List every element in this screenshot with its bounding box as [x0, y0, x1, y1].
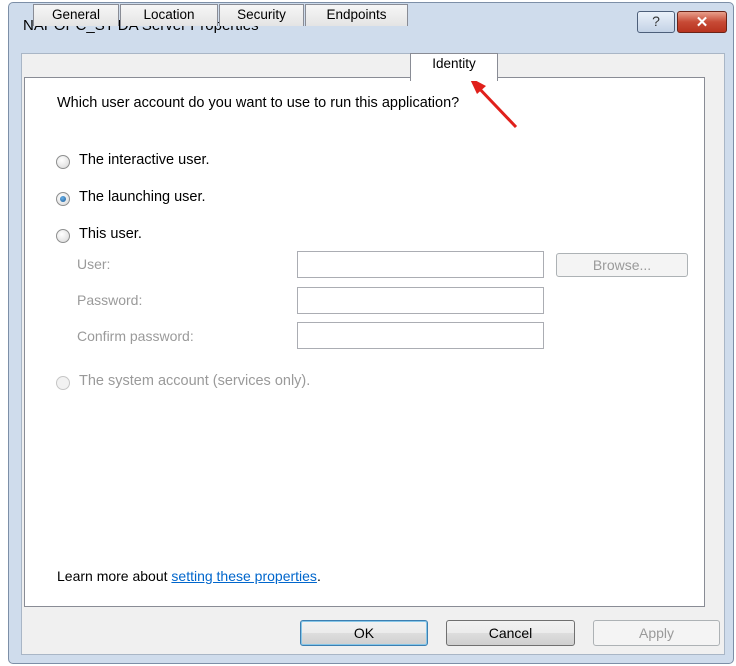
user-field[interactable]	[297, 251, 544, 278]
tab-security[interactable]: Security	[219, 4, 304, 26]
radio-launching-user[interactable]	[56, 192, 70, 206]
tab-endpoints[interactable]: Endpoints	[305, 4, 408, 26]
cancel-button[interactable]: Cancel	[446, 620, 575, 646]
learn-more-suffix: .	[316, 568, 321, 584]
identity-panel: Which user account do you want to use to…	[24, 77, 705, 607]
tab-identity[interactable]: Identity	[410, 53, 498, 81]
password-label: Password:	[77, 292, 143, 308]
radio-label-launching-user[interactable]: The launching user.	[79, 189, 206, 205]
identity-question: Which user account do you want to use to…	[57, 95, 460, 111]
learn-more-prefix: Learn more about	[57, 568, 172, 584]
close-button[interactable]: ✕	[677, 11, 727, 33]
radio-system-account[interactable]	[56, 376, 70, 390]
tab-location[interactable]: Location	[120, 4, 218, 26]
confirm-password-label: Confirm password:	[77, 328, 194, 344]
help-button[interactable]: ?	[637, 11, 675, 33]
user-label: User:	[77, 256, 111, 272]
tab-general[interactable]: General	[33, 4, 119, 26]
ok-button[interactable]: OK	[300, 620, 428, 646]
confirm-password-field[interactable]	[297, 322, 544, 349]
help-icon: ?	[652, 13, 660, 29]
apply-button[interactable]: Apply	[593, 620, 720, 646]
password-field[interactable]	[297, 287, 544, 314]
radio-label-interactive-user[interactable]: The interactive user.	[79, 152, 210, 168]
radio-this-user[interactable]	[56, 229, 70, 243]
radio-label-this-user[interactable]: This user.	[79, 226, 142, 242]
radio-label-system-account[interactable]: The system account (services only).	[79, 373, 310, 389]
setting-properties-link[interactable]: setting these properties	[171, 568, 317, 584]
close-icon: ✕	[695, 14, 709, 31]
radio-interactive-user[interactable]	[56, 155, 70, 169]
browse-button[interactable]: Browse...	[556, 253, 688, 277]
learn-more-text: Learn more about setting these propertie…	[57, 568, 321, 584]
